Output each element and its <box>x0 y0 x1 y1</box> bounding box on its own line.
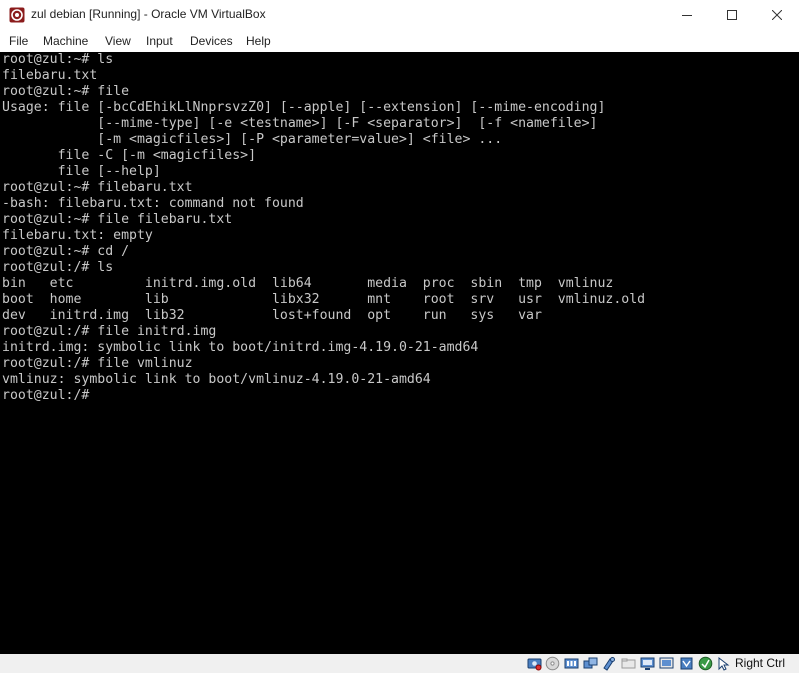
menu-input[interactable]: Input <box>146 34 173 48</box>
shared-folders-icon[interactable] <box>621 656 636 671</box>
terminal-line: file [--help] <box>2 164 161 179</box>
terminal-line: file -C [-m <magicfiles>] <box>2 148 257 163</box>
terminal-line: boot home lib libx32 mnt root srv usr vm… <box>2 292 646 307</box>
network-icon[interactable] <box>583 656 598 671</box>
close-icon <box>772 10 782 20</box>
terminal-line: vmlinuz: symbolic link to boot/vmlinuz-4… <box>2 372 431 387</box>
status-bar: Right Ctrl <box>0 654 799 673</box>
terminal-line: root@zul:/# ls <box>2 260 114 275</box>
usb-icon[interactable] <box>601 656 616 671</box>
video-capture-icon[interactable] <box>659 656 674 671</box>
title-bar[interactable]: zul debian [Running] - Oracle VM Virtual… <box>0 0 799 30</box>
terminal-line: root@zul:/# file initrd.img <box>2 324 217 339</box>
terminal-line: root@zul:~# cd / <box>2 244 130 259</box>
menu-view[interactable]: View <box>105 34 131 48</box>
terminal-line: initrd.img: symbolic link to boot/initrd… <box>2 340 479 355</box>
terminal-line: Usage: file [-bcCdEhikLlNnprsvzZ0] [--ap… <box>2 100 606 115</box>
close-button[interactable] <box>754 0 799 30</box>
virtualbox-app-icon <box>9 7 25 23</box>
terminal-line: bin etc initrd.img.old lib64 media proc … <box>2 276 614 291</box>
terminal-line: filebaru.txt <box>2 68 98 83</box>
hard-disk-icon[interactable] <box>527 656 542 671</box>
audio-icon[interactable] <box>564 656 579 671</box>
menu-help[interactable]: Help <box>246 34 271 48</box>
maximize-icon <box>727 10 737 20</box>
menu-file[interactable]: File <box>9 34 28 48</box>
minimize-icon <box>682 15 692 16</box>
cpu-icon[interactable] <box>679 656 694 671</box>
guest-console[interactable]: root@zul:~# ls filebaru.txt root@zul:~# … <box>0 52 799 654</box>
minimize-button[interactable] <box>664 0 710 30</box>
terminal-line: dev initrd.img lib32 lost+found opt run … <box>2 308 542 323</box>
optical-drive-icon[interactable] <box>545 656 560 671</box>
terminal-line: root@zul:~# filebaru.txt <box>2 180 193 195</box>
terminal-line: [-m <magicfiles>] [-P <parameter=value>]… <box>2 132 503 147</box>
window-title: zul debian [Running] - Oracle VM Virtual… <box>31 7 266 21</box>
terminal-line: [--mime-type] [-e <testname>] [-F <separ… <box>2 116 598 131</box>
mouse-integration-icon[interactable] <box>716 656 731 671</box>
terminal-line: root@zul:~# file <box>2 84 130 99</box>
display-icon[interactable] <box>640 656 655 671</box>
host-key-label[interactable]: Right Ctrl <box>735 656 785 670</box>
terminal-line: root@zul:~# ls <box>2 52 114 67</box>
menu-machine[interactable]: Machine <box>43 34 88 48</box>
menu-bar: File Machine View Input Devices Help <box>0 30 799 52</box>
terminal-line: root@zul:/# file vmlinuz <box>2 356 193 371</box>
terminal-prompt: root@zul:/# <box>2 388 90 403</box>
terminal-line: -bash: filebaru.txt: command not found <box>2 196 304 211</box>
guest-additions-icon[interactable] <box>698 656 713 671</box>
maximize-button[interactable] <box>709 0 755 30</box>
terminal-line: root@zul:~# file filebaru.txt <box>2 212 233 227</box>
terminal-line: filebaru.txt: empty <box>2 228 153 243</box>
menu-devices[interactable]: Devices <box>190 34 233 48</box>
